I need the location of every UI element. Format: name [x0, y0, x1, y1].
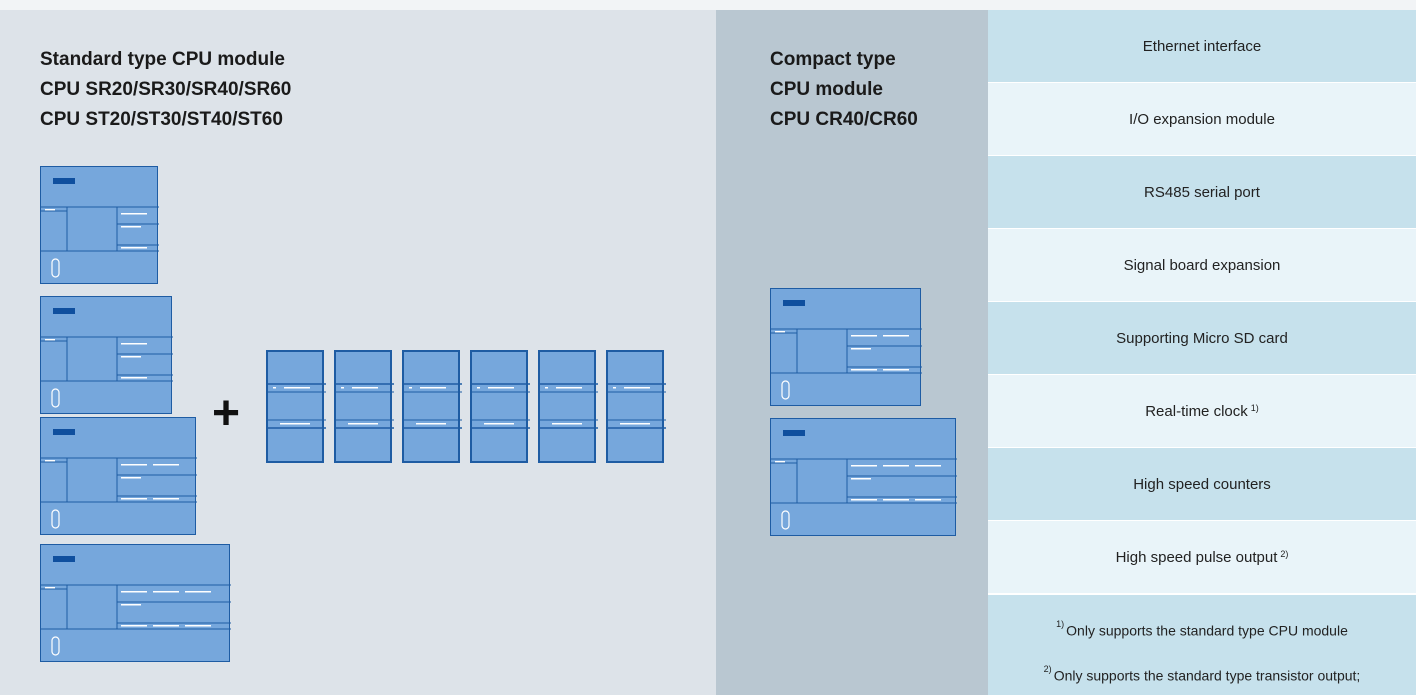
feature-row-ethernet: Ethernet interface: [988, 10, 1416, 83]
expansion-module-drawing: [336, 383, 394, 429]
standard-cpu-title: Standard type CPU module CPU SR20/SR30/S…: [40, 45, 291, 135]
feature-label: High speed counters: [1133, 475, 1271, 493]
expansion-module-drawing: [404, 383, 462, 429]
feature-label: Supporting Micro SD card: [1116, 329, 1288, 347]
feature-label: Real-time clock: [1145, 402, 1248, 420]
plc-module-drawing: [41, 178, 159, 278]
expansion-module-3: [402, 350, 462, 463]
plc-module-drawing: [41, 308, 173, 408]
footnote-2: 2) Only supports the standard type transi…: [988, 664, 1416, 684]
feature-label: RS485 serial port: [1144, 183, 1260, 201]
expansion-module-drawing: [472, 383, 530, 429]
feature-label: High speed pulse output: [1115, 548, 1278, 566]
feature-label: Ethernet interface: [1142, 37, 1262, 55]
feature-row-rs485: RS485 serial port: [988, 156, 1416, 229]
footnote-mark: 2): [1043, 664, 1052, 674]
footnote-marker: 2): [1280, 549, 1289, 559]
compact-title-line-3: CPU CR40/CR60: [770, 109, 918, 130]
plc-module-drawing: [771, 300, 922, 400]
feature-row-micro-sd: Supporting Micro SD card: [988, 302, 1416, 375]
features-panel: Ethernet interface I/O expansion module …: [988, 10, 1416, 695]
cpu-module-sr60: [40, 544, 231, 662]
plus-sign: +: [212, 387, 241, 440]
footnotes: 1) Only supports the standard type CPU mo…: [988, 595, 1416, 695]
plc-module-drawing: [771, 430, 957, 530]
expansion-module-drawing: [268, 383, 326, 429]
expansion-module-4: [470, 350, 530, 463]
feature-row-high-speed-counters: High speed counters: [988, 448, 1416, 521]
footnote-marker: 1): [1250, 403, 1259, 413]
footnote-mark: 1): [1056, 619, 1065, 629]
cpu-module-sr30: [40, 296, 173, 414]
standard-cpu-panel: Standard type CPU module CPU SR20/SR30/S…: [0, 10, 716, 695]
feature-label: I/O expansion module: [1129, 110, 1275, 128]
standard-title-line-1: Standard type CPU module: [40, 49, 285, 70]
expansion-module-2: [334, 350, 394, 463]
cpu-module-sr40: [40, 417, 197, 535]
standard-title-line-3: CPU ST20/ST30/ST40/ST60: [40, 109, 283, 130]
cpu-module-cr40: [770, 288, 922, 406]
plc-module-drawing: [41, 429, 197, 529]
compact-cpu-panel: Compact type CPU module CPU CR40/CR60: [716, 10, 988, 695]
expansion-module-drawing: [608, 383, 666, 429]
feature-label: Signal board expansion: [1123, 256, 1281, 274]
cpu-module-sr20: [40, 166, 159, 284]
cpu-module-cr60: [770, 418, 957, 536]
standard-title-line-2: CPU SR20/SR30/SR40/SR60: [40, 79, 292, 100]
expansion-module-5: [538, 350, 598, 463]
footnote-1: 1) Only supports the standard type CPU mo…: [988, 619, 1416, 639]
feature-row-io-expansion: I/O expansion module: [988, 83, 1416, 156]
compact-title-line-2: CPU module: [770, 79, 883, 100]
expansion-module-6: [606, 350, 666, 463]
expansion-module-drawing: [540, 383, 598, 429]
feature-row-signal-board: Signal board expansion: [988, 229, 1416, 302]
expansion-module-1: [266, 350, 326, 463]
footnote-text: Only supports the standard type transist…: [1053, 667, 1361, 684]
plc-module-drawing: [41, 556, 231, 656]
feature-row-pulse-output: High speed pulse output 2): [988, 521, 1416, 594]
compact-title-line-1: Compact type: [770, 49, 896, 70]
footnote-text: Only supports the standard type CPU modu…: [1066, 622, 1348, 639]
compact-cpu-title: Compact type CPU module CPU CR40/CR60: [770, 45, 918, 135]
feature-row-real-time-clock: Real-time clock 1): [988, 375, 1416, 448]
